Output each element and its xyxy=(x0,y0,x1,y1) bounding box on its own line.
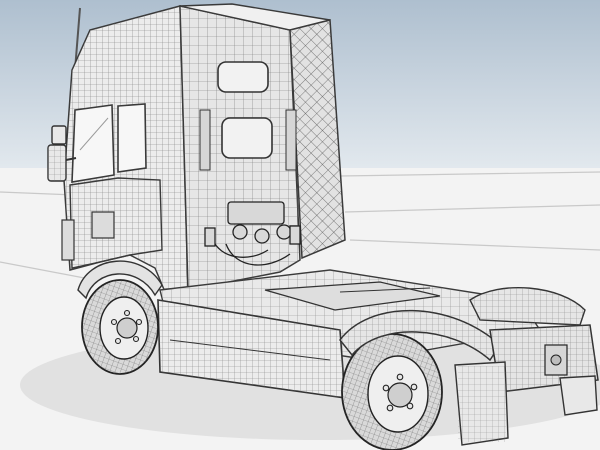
render-viewport xyxy=(0,0,600,450)
front-wheel xyxy=(81,279,159,375)
mud-flap-mesh xyxy=(458,366,506,442)
rear-wheel xyxy=(341,333,443,450)
truck-render xyxy=(0,0,600,450)
side-window xyxy=(71,103,147,183)
